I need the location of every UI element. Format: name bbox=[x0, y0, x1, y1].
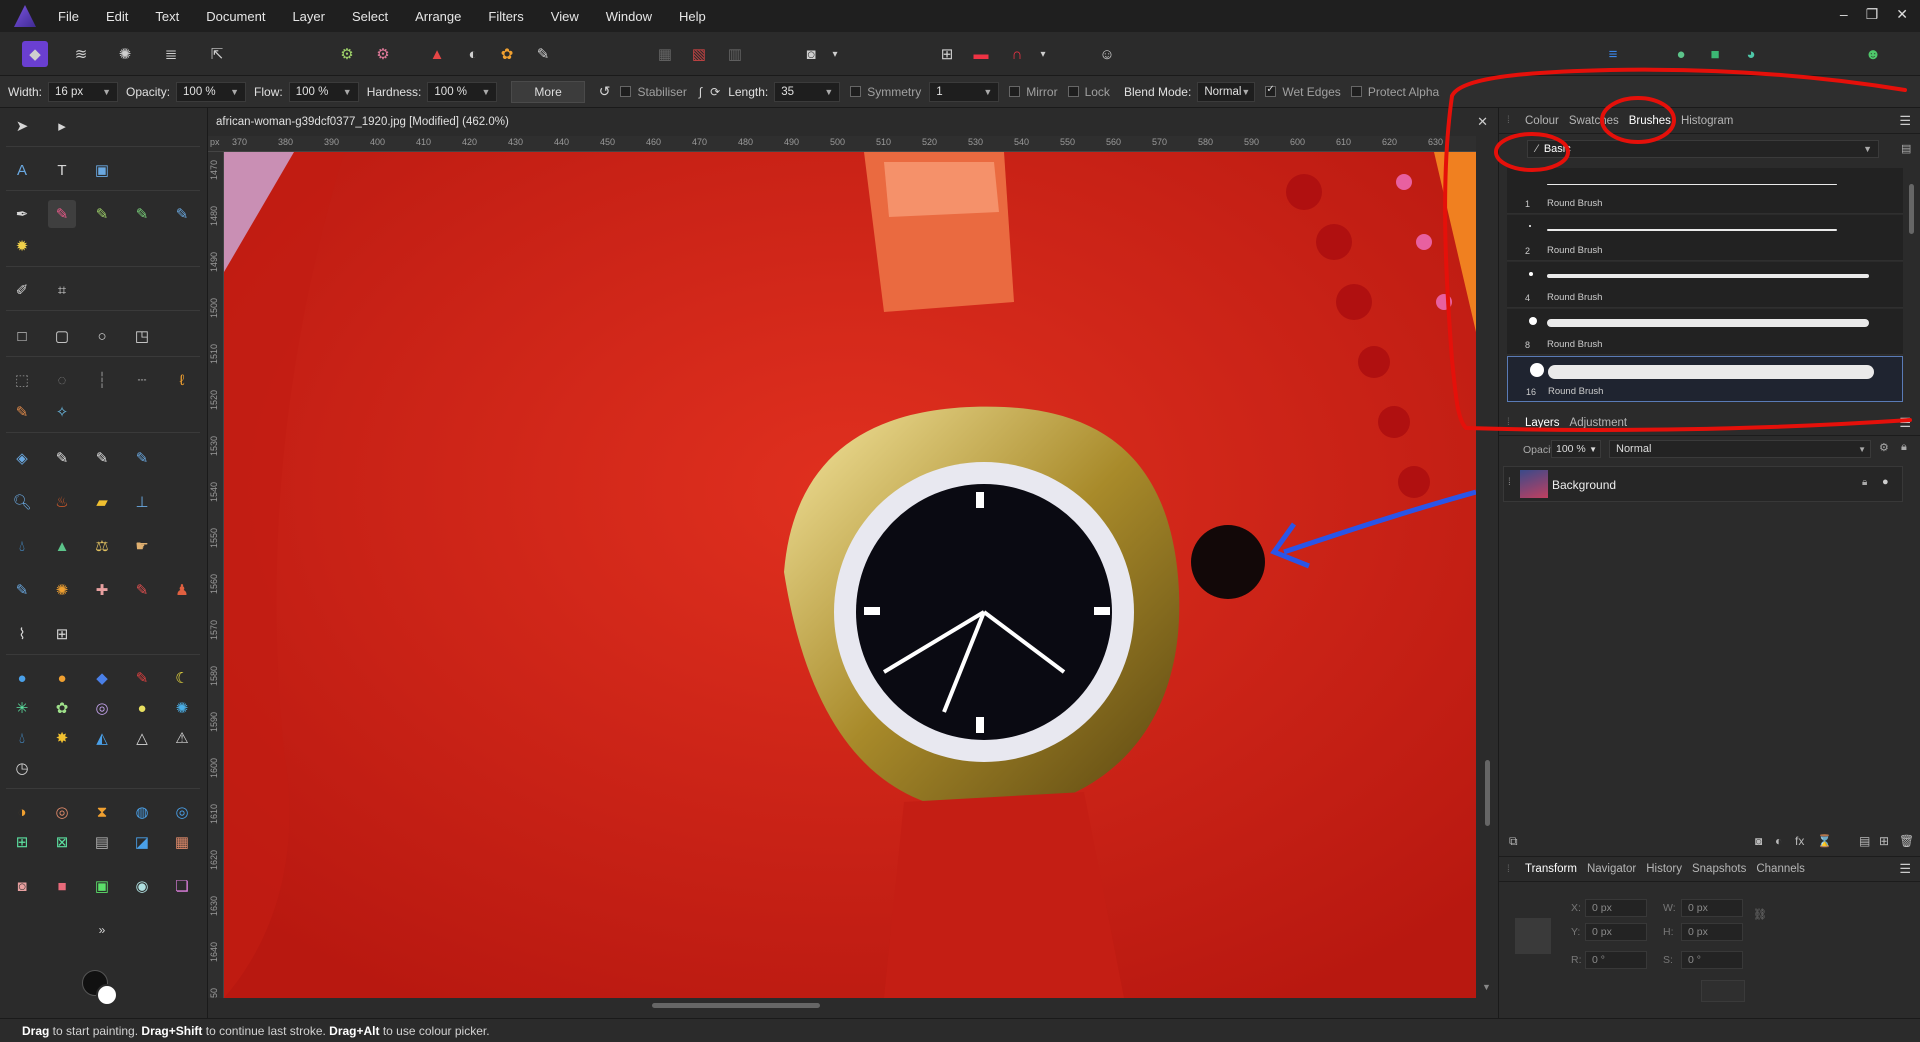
status-text-1: to start painting. bbox=[49, 1023, 142, 1038]
annotation-line bbox=[1450, 67, 1907, 98]
annotation-outline bbox=[1443, 94, 1912, 432]
annotation-overlay bbox=[1443, 67, 1912, 432]
status-key-drag-shift: Drag+Shift bbox=[141, 1023, 203, 1038]
status-text-2: to continue last stroke. bbox=[202, 1023, 330, 1038]
status-key-drag-alt: Drag+Alt bbox=[329, 1023, 380, 1038]
annotation-circle-basic bbox=[1494, 132, 1570, 172]
status-bar: Drag to start painting. Drag+Shift to co… bbox=[0, 1018, 1920, 1042]
annotation-circle-brushes bbox=[1600, 96, 1676, 144]
status-text-3: to use colour picker. bbox=[379, 1023, 490, 1038]
status-key-drag: Drag bbox=[22, 1023, 50, 1038]
